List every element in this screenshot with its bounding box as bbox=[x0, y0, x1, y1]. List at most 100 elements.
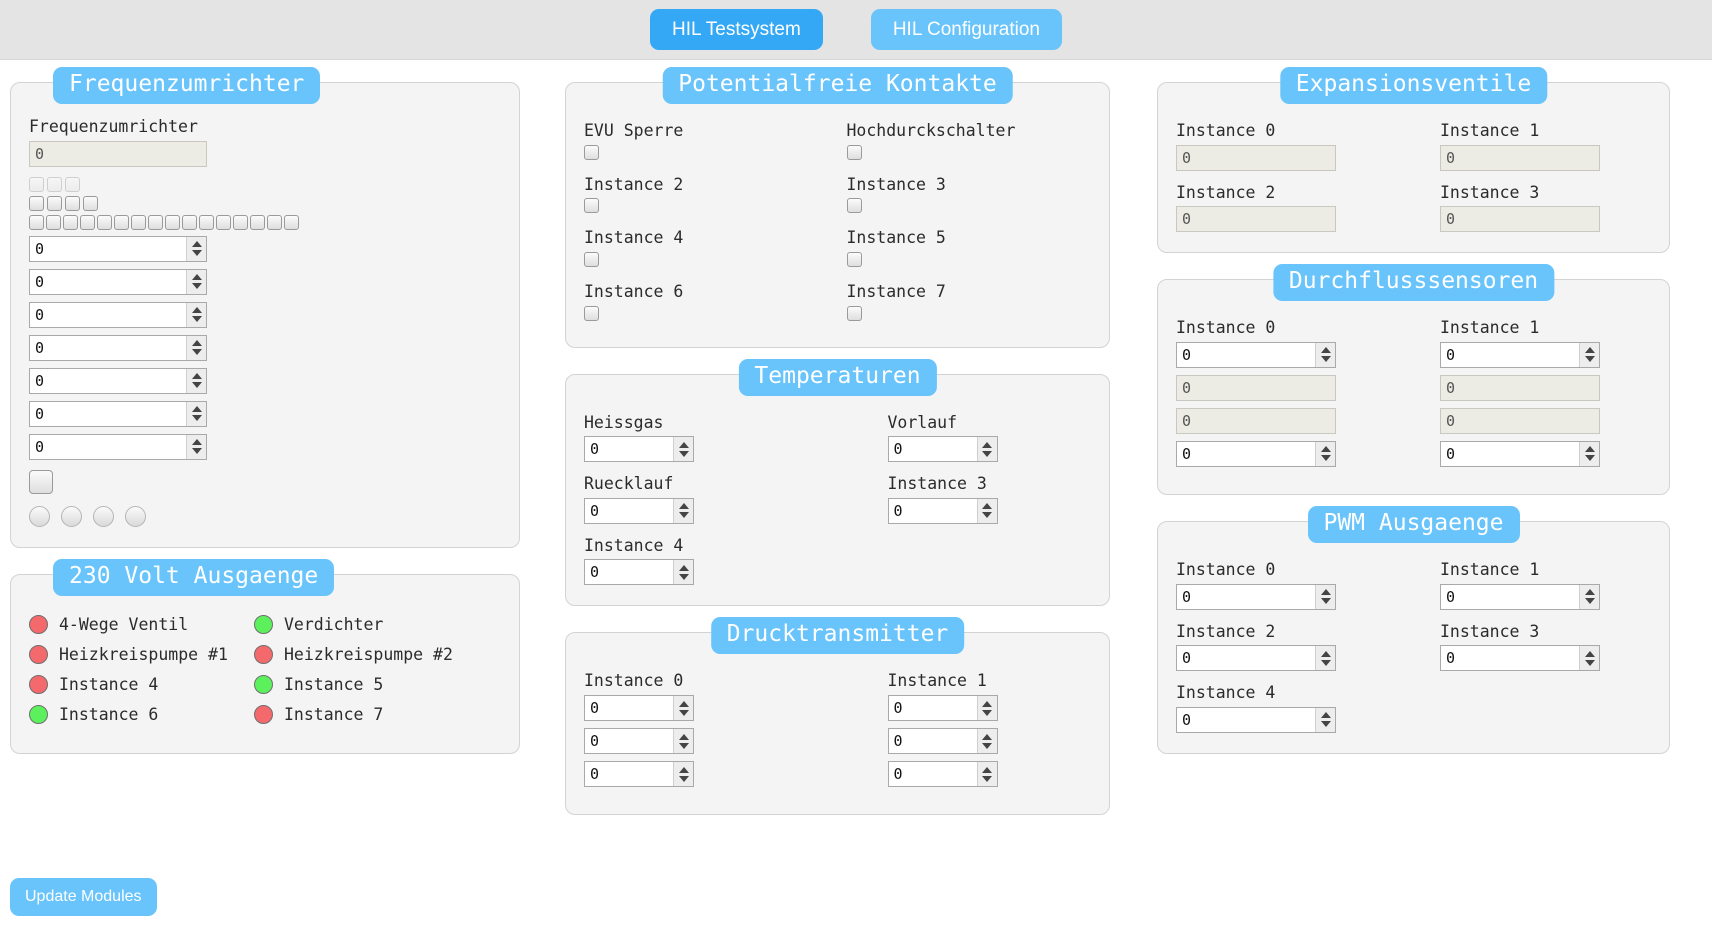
checkbox-instance-7[interactable] bbox=[846, 305, 862, 321]
spinner-arrows-icon[interactable] bbox=[976, 729, 997, 753]
spinner-arrows-icon[interactable] bbox=[976, 762, 997, 786]
checkbox-r2-2[interactable] bbox=[65, 195, 80, 211]
spinner-pwm-0[interactable]: 0 bbox=[1176, 583, 1336, 610]
spinner-arrows-icon[interactable] bbox=[186, 401, 206, 426]
panel-title-durchflusssensoren: Durchflusssensoren bbox=[1272, 264, 1555, 302]
spinner-freq-2[interactable]: 0 bbox=[29, 301, 207, 328]
spinner-druck-0-2[interactable]: 0 bbox=[584, 761, 694, 787]
checkbox-row-3 bbox=[29, 214, 501, 230]
checkbox-instance-2[interactable] bbox=[584, 198, 599, 214]
checkbox-r3-4[interactable] bbox=[97, 214, 112, 230]
checkbox-r3-10[interactable] bbox=[199, 214, 214, 230]
spinner-arrows-icon[interactable] bbox=[673, 560, 693, 585]
spinner-pwm-4[interactable]: 0 bbox=[1176, 706, 1336, 733]
checkbox-r2-1[interactable] bbox=[47, 195, 62, 211]
checkbox-r3-6[interactable] bbox=[131, 214, 146, 230]
output-row-3: Heizkreispumpe #2 bbox=[254, 644, 479, 664]
spinner-value: 0 bbox=[893, 765, 903, 783]
spinner-freq-3[interactable]: 0 bbox=[29, 334, 207, 361]
checkbox-r1-0[interactable] bbox=[29, 176, 44, 192]
spinner-druck-0-1[interactable]: 0 bbox=[584, 728, 694, 754]
spinner-vorlauf[interactable]: 0 bbox=[887, 436, 998, 463]
spinner-durchfluss-0-bottom[interactable]: 0 bbox=[1176, 440, 1336, 467]
spinner-durchfluss-1-bottom[interactable]: 0 bbox=[1440, 440, 1600, 467]
tab-hil-configuration[interactable]: HIL Configuration bbox=[870, 9, 1062, 50]
spinner-freq-6[interactable]: 0 bbox=[29, 433, 207, 460]
spinner-arrows-icon[interactable] bbox=[673, 696, 693, 720]
spinner-heissgas[interactable]: 0 bbox=[584, 436, 694, 463]
checkbox-r3-2[interactable] bbox=[63, 214, 78, 230]
spinner-arrows-icon[interactable] bbox=[1579, 646, 1599, 671]
checkbox-instance-6[interactable] bbox=[584, 305, 599, 321]
spinner-arrows-icon[interactable] bbox=[673, 762, 693, 786]
update-modules-button[interactable]: Update Modules bbox=[10, 878, 157, 916]
checkbox-r3-14[interactable] bbox=[267, 214, 282, 230]
spinner-arrows-icon[interactable] bbox=[1579, 441, 1599, 466]
checkbox-r3-9[interactable] bbox=[182, 214, 197, 230]
checkbox-evu-sperre[interactable] bbox=[584, 144, 599, 160]
spinner-arrows-icon[interactable] bbox=[186, 236, 206, 261]
checkbox-hochdurckschalter[interactable] bbox=[846, 144, 862, 160]
spinner-arrows-icon[interactable] bbox=[673, 498, 693, 523]
spinner-arrows-icon[interactable] bbox=[1579, 342, 1599, 367]
checkbox-r2-3[interactable] bbox=[83, 195, 98, 211]
spinner-ruecklauf[interactable]: 0 bbox=[584, 497, 694, 524]
checkbox-r1-1[interactable] bbox=[47, 176, 62, 192]
tab-hil-testsystem[interactable]: HIL Testsystem bbox=[650, 9, 823, 50]
spinner-temperatur-instance-4[interactable]: 0 bbox=[584, 559, 694, 586]
spinner-freq-5[interactable]: 0 bbox=[29, 400, 207, 427]
spinner-value: 0 bbox=[590, 501, 600, 520]
checkbox-instance-3[interactable] bbox=[846, 198, 862, 214]
spinner-druck-0-0[interactable]: 0 bbox=[584, 695, 694, 721]
kontakt-item-1: Hochdurckschalter bbox=[846, 121, 1092, 164]
spinner-arrows-icon[interactable] bbox=[1315, 342, 1335, 367]
spinner-arrows-icon[interactable] bbox=[976, 437, 997, 462]
checkbox-r3-12[interactable] bbox=[233, 214, 248, 230]
spinner-druck-1-0[interactable]: 0 bbox=[887, 695, 998, 721]
spinner-arrows-icon[interactable] bbox=[673, 437, 693, 462]
temperatur-item-2: Ruecklauf 0 bbox=[584, 474, 788, 524]
checkbox-r3-3[interactable] bbox=[80, 214, 95, 230]
output-label: 4-Wege Ventil bbox=[59, 614, 189, 634]
spinner-temperatur-instance-3[interactable]: 0 bbox=[887, 497, 998, 524]
expansionsventil-label: Instance 1 bbox=[1440, 121, 1540, 140]
spinner-arrows-icon[interactable] bbox=[1315, 707, 1335, 732]
checkbox-r3-7[interactable] bbox=[148, 214, 163, 230]
spinner-arrows-icon[interactable] bbox=[186, 434, 206, 459]
checkbox-frequenzumrichter-enable[interactable] bbox=[29, 469, 53, 494]
spinner-arrows-icon[interactable] bbox=[1315, 584, 1335, 609]
spinner-arrows-icon[interactable] bbox=[186, 269, 206, 294]
spinner-pwm-1[interactable]: 0 bbox=[1440, 583, 1600, 610]
spinner-arrows-icon[interactable] bbox=[1315, 441, 1335, 466]
spinner-arrows-icon[interactable] bbox=[186, 335, 206, 360]
checkbox-r3-13[interactable] bbox=[250, 214, 265, 230]
checkbox-r1-2[interactable] bbox=[65, 176, 80, 192]
spinner-druck-1-2[interactable]: 0 bbox=[887, 761, 998, 787]
spinner-durchfluss-0-top[interactable]: 0 bbox=[1176, 341, 1336, 368]
temperatur-label: Instance 3 bbox=[887, 474, 987, 494]
spinner-pwm-2[interactable]: 0 bbox=[1176, 645, 1336, 672]
spinner-arrows-icon[interactable] bbox=[186, 368, 206, 393]
checkbox-r3-8[interactable] bbox=[165, 214, 180, 230]
spinner-druck-1-1[interactable]: 0 bbox=[887, 728, 998, 754]
spinner-arrows-icon[interactable] bbox=[976, 696, 997, 720]
spinner-durchfluss-1-top[interactable]: 0 bbox=[1440, 341, 1600, 368]
spinner-arrows-icon[interactable] bbox=[1315, 646, 1335, 671]
checkbox-r3-0[interactable] bbox=[29, 214, 44, 230]
checkbox-r2-0[interactable] bbox=[29, 195, 44, 211]
spinner-freq-4[interactable]: 0 bbox=[29, 367, 207, 394]
spinner-arrows-icon[interactable] bbox=[186, 302, 206, 327]
checkbox-r3-11[interactable] bbox=[216, 214, 231, 230]
spinner-freq-0[interactable]: 0 bbox=[29, 235, 207, 262]
spinner-arrows-icon[interactable] bbox=[976, 498, 997, 523]
checkbox-r3-15[interactable] bbox=[284, 214, 299, 230]
checkbox-r3-1[interactable] bbox=[46, 214, 61, 230]
spinner-arrows-icon[interactable] bbox=[1579, 584, 1599, 609]
spinner-arrows-icon[interactable] bbox=[673, 729, 693, 753]
main-content: Frequenzumrichter Frequenzumrichter 0 0 … bbox=[0, 60, 1712, 841]
checkbox-instance-4[interactable] bbox=[584, 251, 599, 267]
spinner-freq-1[interactable]: 0 bbox=[29, 268, 207, 295]
spinner-pwm-3[interactable]: 0 bbox=[1440, 645, 1600, 672]
checkbox-instance-5[interactable] bbox=[846, 251, 862, 267]
checkbox-r3-5[interactable] bbox=[114, 214, 129, 230]
